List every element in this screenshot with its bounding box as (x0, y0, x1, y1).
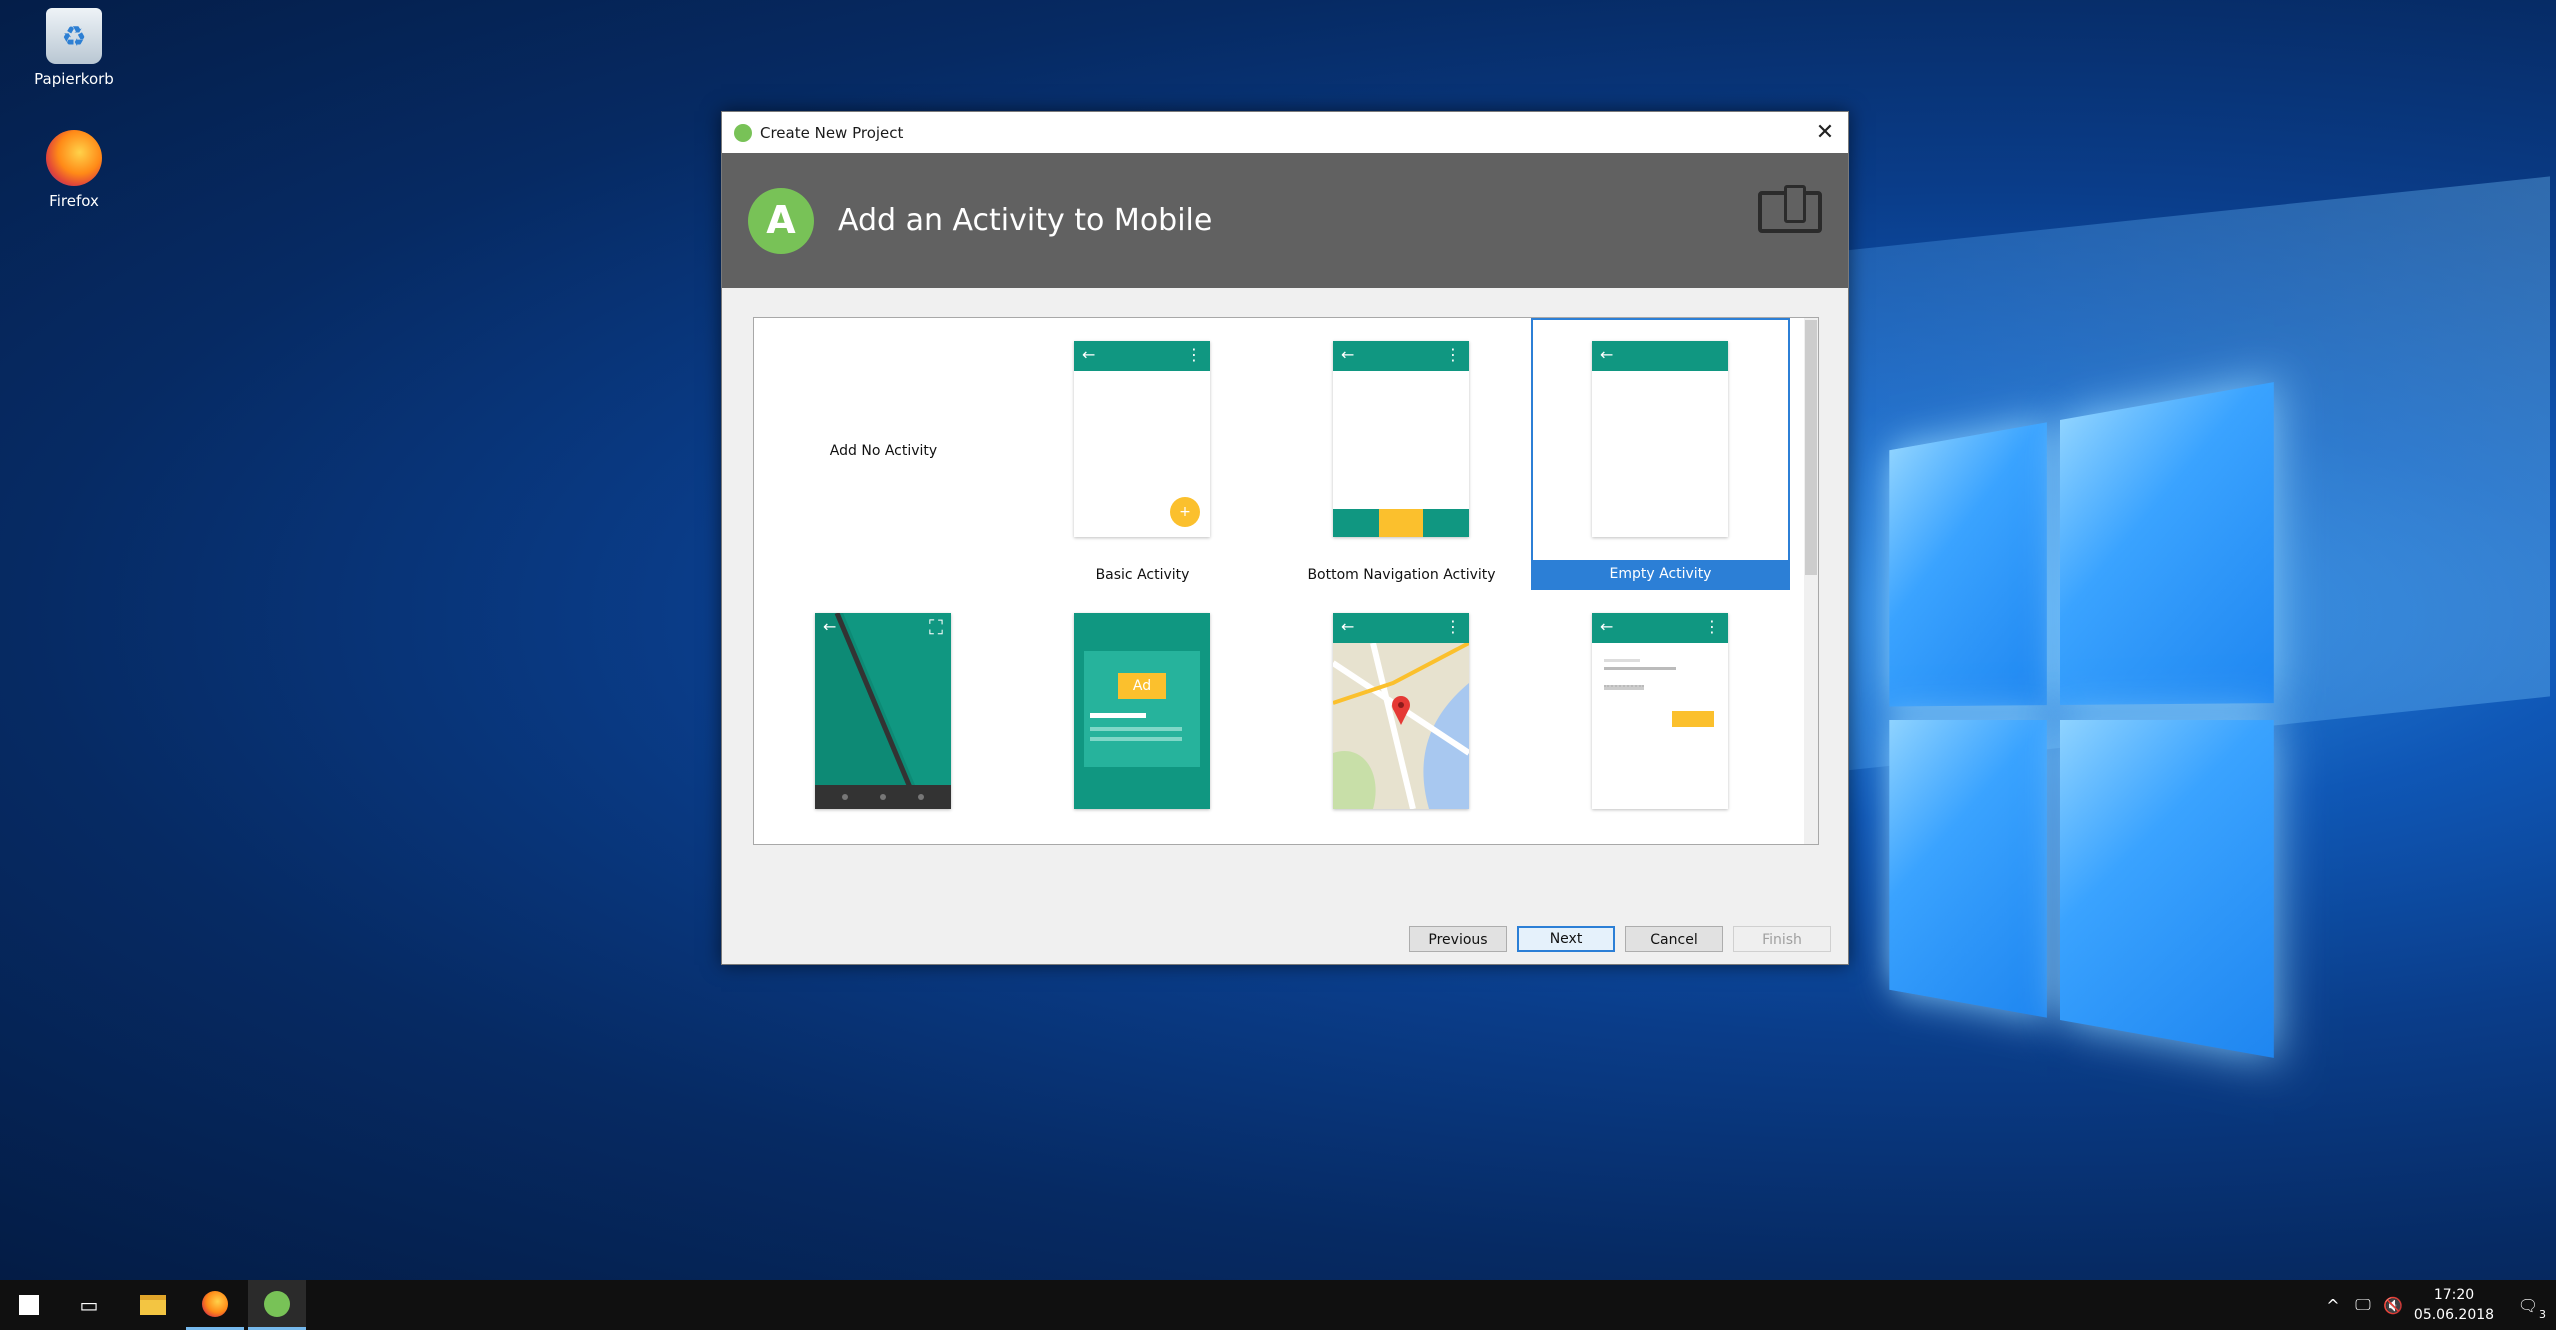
file-explorer-icon (140, 1295, 166, 1315)
back-arrow-icon: ← (823, 617, 836, 636)
firefox-icon (202, 1291, 228, 1317)
admob-ads-preview: Ad (1074, 613, 1210, 809)
action-center-icon: 🗨 (2518, 1296, 2538, 1315)
back-arrow-icon: ← (1600, 617, 1613, 636)
back-arrow-icon: ← (1082, 345, 1095, 364)
dialog-title: Create New Project (760, 124, 1802, 142)
template-basic-activity[interactable]: ← ⋮ + Basic Activity (1013, 318, 1272, 590)
system-tray: ^ 🖵 🔇 17:20 05.06.2018 🗨 3 (2318, 1280, 2556, 1330)
template-bottom-navigation-activity[interactable]: ← ⋮ Bottom Navigation Activity (1272, 318, 1531, 590)
previous-button[interactable]: Previous (1409, 926, 1507, 952)
overflow-menu-icon: ⋮ (1704, 617, 1720, 636)
clock[interactable]: 17:20 05.06.2018 (2408, 1285, 2500, 1325)
template-empty-activity[interactable]: ← Empty Activity (1531, 318, 1790, 590)
create-new-project-dialog: Create New Project ✕ Add an Activity to … (721, 111, 1849, 965)
taskbar-android-studio[interactable] (248, 1280, 306, 1330)
template-fullscreen-activity[interactable]: ← ⛶ (754, 590, 1013, 845)
overflow-menu-icon: ⋮ (1445, 617, 1461, 636)
dialog-titlebar[interactable]: Create New Project ✕ (722, 112, 1848, 153)
android-studio-icon (734, 124, 752, 142)
back-arrow-icon: ← (1341, 617, 1354, 636)
gallery-scroll-thumb[interactable] (1805, 320, 1817, 575)
network-icon[interactable]: 🖵 (2348, 1295, 2378, 1315)
volume-muted-icon[interactable]: 🔇 (2378, 1296, 2408, 1315)
template-label: Bottom Navigation Activity (1272, 564, 1531, 586)
template-google-maps-activity[interactable]: ← ⋮ (1272, 590, 1531, 845)
banner-title: Add an Activity to Mobile (838, 203, 1212, 238)
google-maps-preview: ← ⋮ (1333, 613, 1469, 809)
template-label: Add No Activity (754, 443, 1013, 459)
overflow-menu-icon: ⋮ (1445, 345, 1461, 364)
desktop-icon-firefox[interactable]: Firefox (14, 130, 134, 210)
finish-button: Finish (1733, 926, 1831, 952)
template-admob-ads-activity[interactable]: Ad (1013, 590, 1272, 845)
dialog-button-row: Previous Next Cancel Finish (722, 926, 1848, 954)
fab-plus-icon: + (1170, 497, 1200, 527)
back-arrow-icon: ← (1600, 345, 1613, 364)
activity-template-gallery: Add No Activity ← ⋮ + Basic Activity ← ⋮ B… (753, 317, 1819, 845)
taskbar: ▭ ^ 🖵 🔇 17:20 05.06.2018 🗨 3 (0, 1280, 2556, 1330)
fullscreen-activity-preview: ← ⛶ (815, 613, 951, 809)
next-button[interactable]: Next (1517, 926, 1615, 952)
bottom-navigation-preview: ← ⋮ (1333, 341, 1469, 537)
start-button[interactable] (0, 1280, 58, 1330)
taskbar-firefox[interactable] (186, 1280, 244, 1330)
recycle-bin-icon (46, 8, 102, 64)
dialog-banner: Add an Activity to Mobile (722, 153, 1848, 288)
template-login-activity[interactable]: ← ⋮ (1531, 590, 1790, 845)
show-hidden-icons-chevron-up-icon[interactable]: ^ (2318, 1296, 2348, 1315)
desktop-icon-label: Papierkorb (14, 70, 134, 88)
login-activity-preview: ← ⋮ (1592, 613, 1728, 809)
template-label: Basic Activity (1013, 564, 1272, 586)
desktop-icon-recycle-bin[interactable]: Papierkorb (14, 8, 134, 88)
empty-activity-preview: ← (1592, 341, 1728, 537)
clock-date: 05.06.2018 (2408, 1305, 2500, 1325)
notification-count-badge: 3 (2539, 1308, 2546, 1321)
template-label: Empty Activity (1533, 560, 1788, 588)
template-add-no-activity[interactable]: Add No Activity (754, 318, 1013, 590)
task-view-button[interactable]: ▭ (60, 1280, 118, 1330)
basic-activity-preview: ← ⋮ + (1074, 341, 1210, 537)
clock-time: 17:20 (2408, 1285, 2500, 1305)
taskbar-file-explorer[interactable] (124, 1280, 182, 1330)
fullscreen-icon: ⛶ (929, 615, 943, 639)
back-arrow-icon: ← (1341, 345, 1354, 364)
cancel-button[interactable]: Cancel (1625, 926, 1723, 952)
ad-badge: Ad (1118, 673, 1166, 699)
action-center-button[interactable]: 🗨 3 (2500, 1296, 2556, 1315)
gallery-scrollbar[interactable] (1804, 318, 1818, 844)
windows-wallpaper-logo (1889, 382, 2274, 1058)
close-button[interactable]: ✕ (1802, 112, 1848, 153)
android-studio-icon (264, 1291, 290, 1317)
form-factor-device-icon (1758, 191, 1822, 233)
overflow-menu-icon: ⋮ (1186, 345, 1202, 364)
desktop-icon-label: Firefox (14, 192, 134, 210)
android-studio-logo-icon (748, 188, 814, 254)
windows-logo-icon (19, 1295, 39, 1315)
firefox-icon (46, 130, 102, 186)
task-view-icon: ▭ (80, 1293, 99, 1317)
